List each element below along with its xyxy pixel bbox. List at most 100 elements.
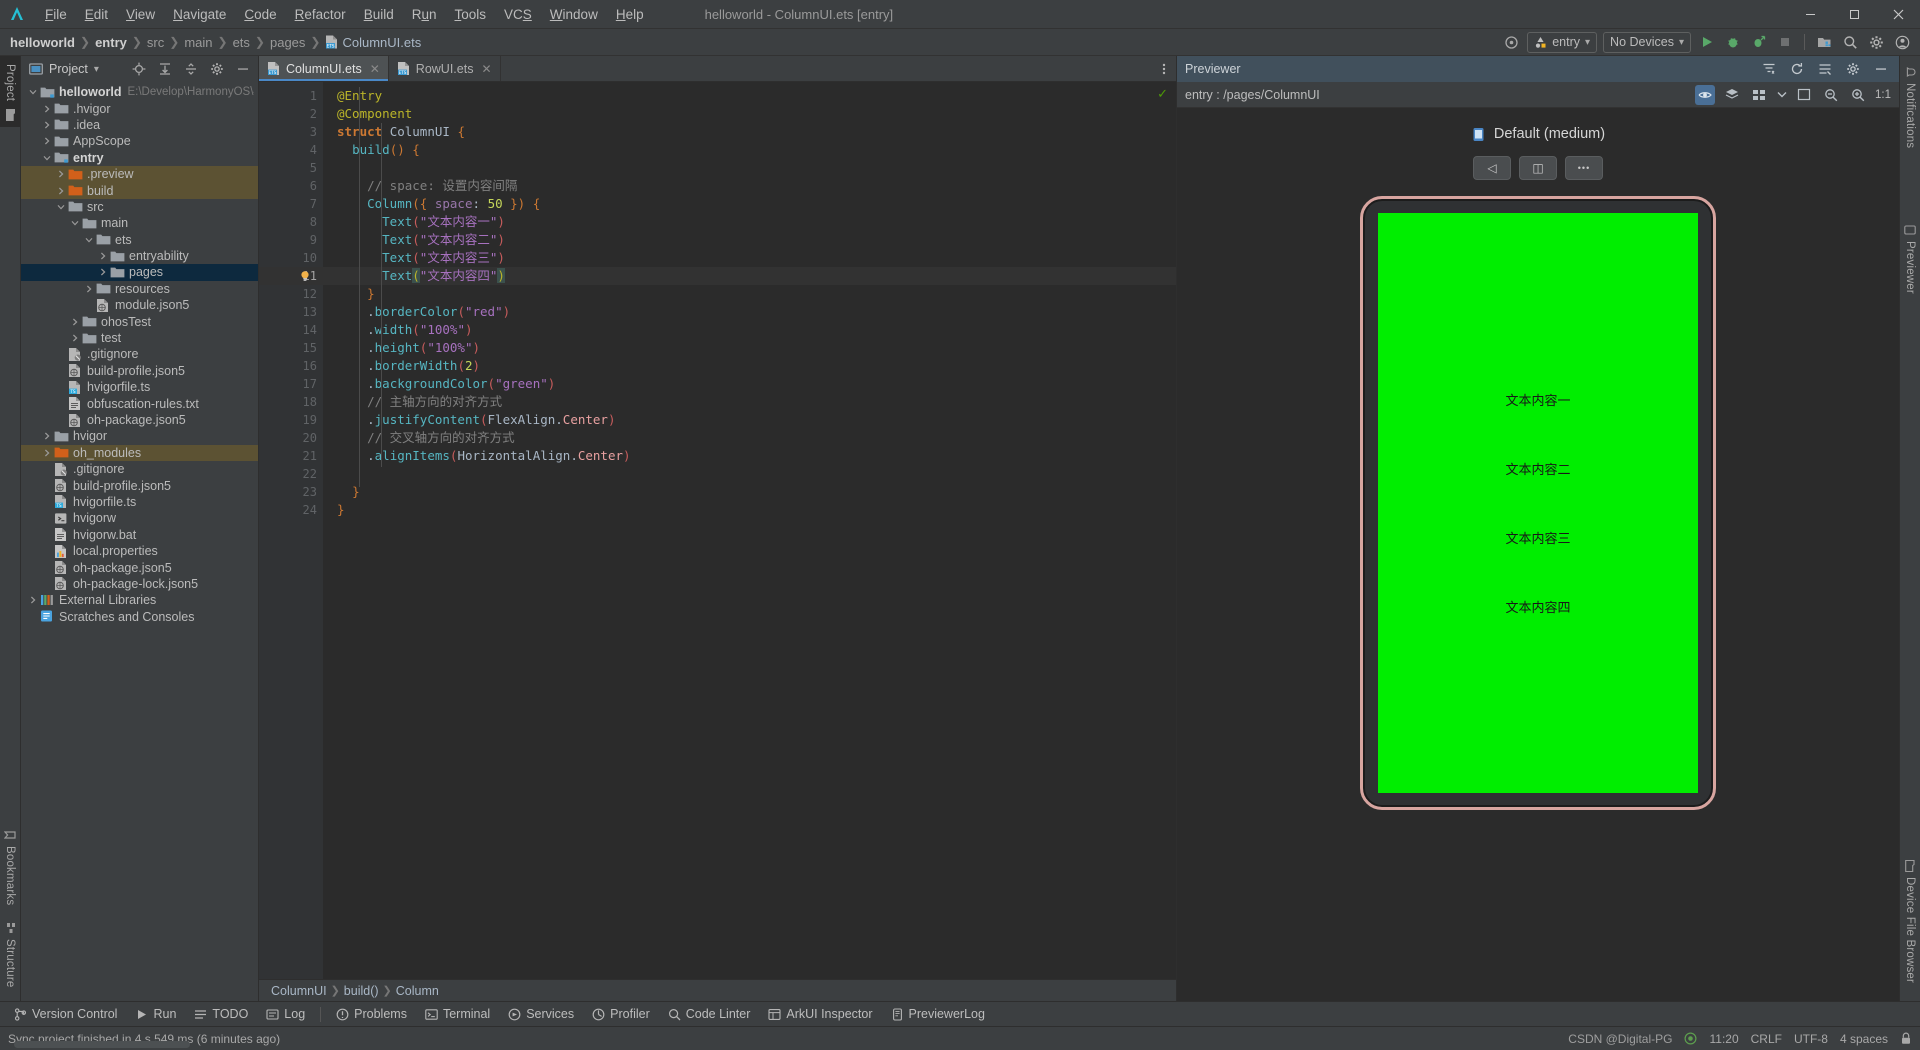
code-line-22[interactable] (323, 465, 1176, 483)
tree-item-hvigor[interactable]: hvigor (21, 428, 258, 444)
tree-item-src[interactable]: src (21, 199, 258, 215)
target-icon[interactable] (1501, 32, 1521, 52)
code-line-6[interactable]: // space: 设置内容间隔 (323, 177, 1176, 195)
code-line-8[interactable]: Text("文本内容一") (323, 213, 1176, 231)
breadcrumb-file[interactable]: ETS ColumnUI.ets (325, 35, 421, 50)
breadcrumb-src[interactable]: src (147, 35, 164, 50)
tree-twisty[interactable] (85, 285, 96, 293)
gutter-line-1[interactable]: 1 (259, 87, 323, 105)
search-icon[interactable] (1840, 32, 1860, 52)
code-editor[interactable]: 1 2 3 4 5 6 7 8 9 10 11 12 13 14 15 16 17 18 19 20 21 22 23 24 … (259, 82, 1176, 979)
tree-item-helloworld[interactable]: helloworld E:\Develop\HarmonyOS\4.0\wo (21, 84, 258, 100)
rotate-button[interactable]: ◁ (1473, 156, 1511, 180)
gutter-line-2[interactable]: 2 (259, 105, 323, 123)
editor-gutter[interactable]: 1 2 3 4 5 6 7 8 9 10 11 12 13 14 15 16 17 18 19 20 21 22 23 24 (259, 82, 332, 979)
code-line-3[interactable]: struct ColumnUI { (323, 123, 1176, 141)
tree-item-preview[interactable]: .preview (21, 165, 258, 183)
rail-item-previewer[interactable]: Previewer (1904, 216, 1916, 302)
account-icon[interactable] (1892, 32, 1912, 52)
tool-window-problems[interactable]: Problems (328, 1005, 415, 1023)
tree-item-test[interactable]: test (21, 330, 258, 346)
project-panel-caret[interactable]: ▾ (94, 64, 99, 75)
tree-item-pages[interactable]: pages (21, 264, 258, 281)
filter-icon[interactable] (1759, 59, 1779, 79)
tree-item-local-properties[interactable]: local.properties (21, 543, 258, 559)
gutter-line-16[interactable]: 16 (259, 357, 323, 375)
code-line-15[interactable]: .height("100%") (323, 339, 1176, 357)
tool-window-profiler[interactable]: Profiler (584, 1005, 658, 1023)
rail-item-device-file-browser[interactable]: Device File Browser (1904, 852, 1916, 991)
code-line-19[interactable]: .justifyContent(FlexAlign.Center) (323, 411, 1176, 429)
tree-item-module-json5[interactable]: module.json5 (21, 297, 258, 313)
run-button[interactable] (1697, 32, 1717, 52)
bell-icon[interactable] (1684, 1032, 1697, 1045)
breadcrumb-struct[interactable]: ColumnUI (271, 984, 327, 998)
menu-vcs[interactable]: VCS (495, 4, 541, 25)
gutter-line-18[interactable]: 18 (259, 393, 323, 411)
menu-code[interactable]: Code (235, 4, 285, 25)
tree-twisty[interactable] (29, 88, 40, 96)
tree-item-obfuscation-rules-txt[interactable]: obfuscation-rules.txt (21, 395, 258, 411)
breadcrumb-main[interactable]: main (184, 35, 212, 50)
tool-window-terminal[interactable]: Terminal (417, 1005, 498, 1023)
debug-button[interactable] (1723, 32, 1743, 52)
code-line-2[interactable]: @Component (323, 105, 1176, 123)
tree-item-hvigorfile-ts[interactable]: TS hvigorfile.ts (21, 379, 258, 395)
gutter-line-11[interactable]: 11 (259, 267, 323, 285)
breadcrumb-column[interactable]: Column (396, 984, 439, 998)
tree-item-gitignore[interactable]: .gitignore (21, 346, 258, 362)
code-line-24[interactable]: } (323, 501, 1176, 519)
tree-item-entryability[interactable]: entryability (21, 248, 258, 264)
device-selector[interactable]: No Devices ▾ (1603, 31, 1691, 53)
gutter-line-6[interactable]: 6 (259, 177, 323, 195)
run-configuration-selector[interactable]: entry ▾ (1527, 31, 1598, 53)
code-line-18[interactable]: // 主轴方向的对齐方式 (323, 393, 1176, 411)
tree-twisty[interactable] (71, 318, 82, 326)
more-vertical-icon[interactable] (1152, 56, 1176, 81)
tree-twisty[interactable] (43, 121, 54, 129)
close-tab-icon[interactable]: ✕ (481, 62, 491, 76)
inspect-icon[interactable] (1815, 59, 1835, 79)
code-line-16[interactable]: .borderWidth(2) (323, 357, 1176, 375)
gutter-line-4[interactable]: 4 (259, 141, 332, 159)
tree-item-ohostest[interactable]: ohosTest (21, 313, 258, 329)
menu-refactor[interactable]: Refactor (286, 4, 355, 25)
stop-button[interactable] (1775, 32, 1795, 52)
tree-twisty[interactable] (43, 449, 54, 457)
hide-panel-icon[interactable] (1871, 59, 1891, 79)
code-line-7[interactable]: Column({ space: 50 }) { (323, 195, 1176, 213)
more-button[interactable]: ••• (1565, 156, 1603, 180)
gutter-line-12[interactable]: 12 (259, 285, 332, 303)
close-tab-icon[interactable]: ✕ (370, 62, 380, 76)
tree-item-build-profile-json5[interactable]: build-profile.json5 (21, 477, 258, 493)
breadcrumb-helloworld[interactable]: helloworld (10, 35, 75, 50)
tool-window-services[interactable]: Services (500, 1005, 582, 1023)
code-line-9[interactable]: Text("文本内容二") (323, 231, 1176, 249)
gutter-line-8[interactable]: 8 (259, 213, 323, 231)
tree-item-ets[interactable]: ets (21, 232, 258, 248)
device-preview-frame[interactable]: 文本内容一 文本内容二 文本内容三 文本内容四 (1360, 196, 1716, 810)
editor-code[interactable]: @Entry@Componentstruct ColumnUI { build(… (323, 82, 1176, 979)
statusbar-line-separator[interactable]: CRLF (1751, 1032, 1782, 1046)
code-line-20[interactable]: // 交叉轴方向的对齐方式 (323, 429, 1176, 447)
code-line-11[interactable]: Text("文本内容四") (323, 267, 1176, 285)
tree-item-gitignore[interactable]: .gitignore (21, 461, 258, 477)
device-manager-button[interactable] (1814, 32, 1834, 52)
menu-file[interactable]: File (36, 4, 76, 25)
code-line-10[interactable]: Text("文本内容三") (323, 249, 1176, 267)
tree-item-entry[interactable]: entry (21, 150, 258, 166)
tree-item-appscope[interactable]: AppScope (21, 133, 258, 149)
gutter-line-9[interactable]: 9 (259, 231, 323, 249)
gutter-line-3[interactable]: 3 (259, 123, 332, 141)
device-screen[interactable]: 文本内容一 文本内容二 文本内容三 文本内容四 (1378, 213, 1698, 793)
code-line-12[interactable]: } (323, 285, 1176, 303)
gear-icon[interactable] (1843, 59, 1863, 79)
tree-item-build-profile-json5[interactable]: build-profile.json5 (21, 363, 258, 379)
breadcrumb-ets[interactable]: ets (233, 35, 250, 50)
tree-twisty[interactable] (29, 596, 40, 604)
statusbar-indent[interactable]: 4 spaces (1840, 1032, 1888, 1046)
tree-item-hvigorw[interactable]: hvigorw (21, 510, 258, 526)
tool-window-run[interactable]: Run (127, 1005, 184, 1023)
tree-item-oh-package-json5[interactable]: oh-package.json5 (21, 559, 258, 575)
gutter-line-24[interactable]: 24 (259, 501, 332, 519)
